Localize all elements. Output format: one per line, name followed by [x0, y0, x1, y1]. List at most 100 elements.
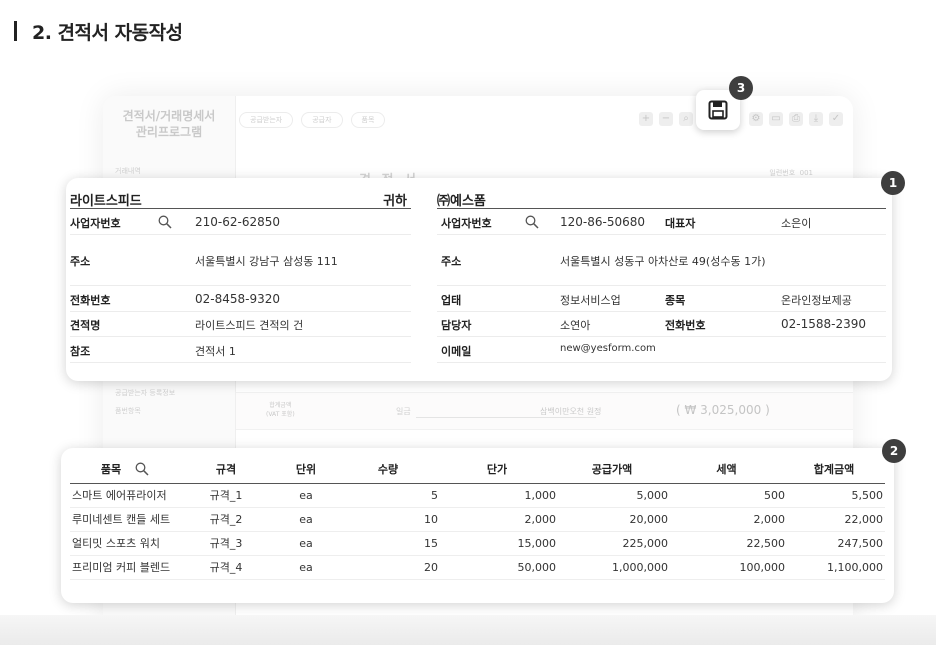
- manager-value[interactable]: 소연아: [560, 317, 590, 333]
- supplier-address-value[interactable]: 서울특별시 성동구 아차산로 49(성수동 1가): [560, 253, 765, 269]
- items-panel: 품목 규격 단위 수량 단가 공급가액 세액 합계금액 스마트 에어퓨라이저 규…: [61, 448, 894, 603]
- cell-tax: 500: [668, 483, 785, 508]
- cell-tax: 100,000: [668, 555, 785, 580]
- cell-supply: 20,000: [556, 507, 668, 532]
- bg-app-logo: 견적서/거래명세서 관리프로그램: [122, 109, 216, 139]
- supplier-row-address: 주소 서울특별시 성동구 아차산로 49(성수동 1가): [437, 235, 886, 286]
- business-type-value[interactable]: 정보서비스업: [560, 292, 621, 308]
- gear-icon[interactable]: ⚙: [749, 112, 763, 126]
- col-header-item: 품목: [70, 456, 178, 484]
- supplier-phone-value[interactable]: 02-1588-2390: [781, 317, 866, 331]
- recipient-address-value[interactable]: 서울특별시 강남구 삼성동 111: [195, 253, 338, 269]
- cell-price[interactable]: 50,000: [438, 555, 556, 580]
- bg-summary-amount: ( ₩ 3,025,000 ): [676, 403, 770, 417]
- cell-unit[interactable]: ea: [274, 555, 338, 580]
- quote-title-value[interactable]: 라이트스피드 견적의 건: [195, 317, 303, 333]
- step-badge-1: 1: [881, 171, 905, 195]
- step-badge-3: 3: [729, 76, 753, 100]
- recipient-name: 라이트스피드: [70, 194, 142, 209]
- supplier-address-label: 주소: [441, 255, 462, 268]
- cell-total: 5,500: [785, 483, 885, 508]
- cell-spec[interactable]: 규격_1: [178, 483, 274, 508]
- ceo-value[interactable]: 소은이: [781, 215, 811, 231]
- add-icon[interactable]: +: [639, 112, 653, 126]
- cell-item[interactable]: 얼티밋 스포츠 워치: [70, 531, 178, 556]
- monitor-icon[interactable]: ▭: [769, 112, 783, 126]
- supplier-biz-label: 사업자번호: [441, 217, 492, 230]
- recipient-row-reference: 참조 견적서 1: [70, 337, 411, 363]
- recipient-phone-value[interactable]: 02-8458-9320: [195, 292, 280, 306]
- section-heading: 2. 견적서 자동작성: [32, 22, 183, 44]
- print-icon[interactable]: ⎙: [789, 112, 803, 126]
- cell-qty[interactable]: 20: [338, 555, 438, 580]
- supplier-row-type: 업태 정보서비스업 종목 온라인정보제공: [437, 286, 886, 312]
- table-row[interactable]: 스마트 에어퓨라이저 규격_1 ea 5 1,000 5,000 500 5,5…: [70, 483, 885, 508]
- bg-tab-recipient[interactable]: 공급받는자: [239, 112, 294, 128]
- bg-sidebar-label: 공급받는자 등록정보: [115, 389, 176, 397]
- bg-summary-prefix: 일금: [396, 407, 411, 416]
- supplier-biz-value[interactable]: 120-86-50680: [560, 215, 645, 229]
- download-icon[interactable]: ⤓: [809, 112, 823, 126]
- search-icon[interactable]: [525, 215, 539, 229]
- search-icon[interactable]: [135, 462, 149, 476]
- search-icon[interactable]: [158, 215, 172, 229]
- bg-summary-label: 합계금액 (VAT 포함): [266, 402, 295, 418]
- supplier-name: ㈜예스폼: [437, 194, 486, 209]
- col-header-tax: 세액: [668, 456, 785, 484]
- cell-item[interactable]: 스마트 에어퓨라이저: [70, 483, 178, 508]
- cell-total: 1,100,000: [785, 555, 885, 580]
- recipient-row-title: 견적명 라이트스피드 견적의 건: [70, 312, 411, 337]
- search-icon[interactable]: ⌕: [679, 112, 693, 126]
- bg-tab-supplier[interactable]: 공급자: [301, 112, 343, 128]
- table-row[interactable]: 루미네센트 캔들 세트 규격_2 ea 10 2,000 20,000 2,00…: [70, 507, 885, 532]
- bg-summary-bar: 합계금액 (VAT 포함) 일금 삼백이만오천 원정 ( ₩ 3,025,000…: [236, 392, 853, 430]
- cell-qty[interactable]: 15: [338, 531, 438, 556]
- business-type-label: 업태: [441, 294, 462, 307]
- col-header-supply: 공급가액: [556, 456, 668, 484]
- bg-sidebar-item: 거래내역: [115, 167, 141, 175]
- supplier-row-biz: 사업자번호 120-86-50680 대표자 소은이: [437, 209, 886, 235]
- email-value[interactable]: new@yesform.com: [560, 343, 656, 354]
- reference-value[interactable]: 견적서 1: [195, 343, 236, 359]
- recipient-suffix: 귀하: [383, 194, 407, 209]
- cell-price[interactable]: 1,000: [438, 483, 556, 508]
- email-label: 이메일: [441, 345, 472, 358]
- cell-qty[interactable]: 10: [338, 507, 438, 532]
- cell-unit[interactable]: ea: [274, 483, 338, 508]
- cell-price[interactable]: 2,000: [438, 507, 556, 532]
- bg-sidebar-label: 품번항목: [115, 407, 141, 415]
- cell-item[interactable]: 프리미엄 커피 블렌드: [70, 555, 178, 580]
- bottom-fade: [0, 615, 936, 645]
- cell-spec[interactable]: 규격_4: [178, 555, 274, 580]
- cell-unit[interactable]: ea: [274, 531, 338, 556]
- recipient-biz-value[interactable]: 210-62-62850: [195, 215, 280, 229]
- supplier-row-manager: 담당자 소연아 전화번호 02-1588-2390: [437, 312, 886, 337]
- bg-doc-number: 일련번호 001: [769, 169, 813, 177]
- remove-icon[interactable]: −: [659, 112, 673, 126]
- supplier-phone-label: 전화번호: [665, 319, 706, 332]
- save-icon: [708, 100, 728, 120]
- bg-summary-text: 삼백이만오천 원정: [540, 407, 602, 416]
- col-header-price: 단가: [438, 456, 556, 484]
- recipient-section: 라이트스피드 귀하 사업자번호 210-62-62850 주소 서울특별시 강남…: [70, 187, 411, 363]
- cell-spec[interactable]: 규격_2: [178, 507, 274, 532]
- cell-qty[interactable]: 5: [338, 483, 438, 508]
- cell-item[interactable]: 루미네센트 캔들 세트: [70, 507, 178, 532]
- table-row[interactable]: 프리미엄 커피 블렌드 규격_4 ea 20 50,000 1,000,000 …: [70, 555, 885, 580]
- cell-supply: 5,000: [556, 483, 668, 508]
- col-header-spec: 규격: [178, 456, 274, 484]
- cell-tax: 22,500: [668, 531, 785, 556]
- cell-total: 247,500: [785, 531, 885, 556]
- check-icon[interactable]: ✓: [829, 112, 843, 126]
- cell-unit[interactable]: ea: [274, 507, 338, 532]
- step-badge-2: 2: [882, 439, 906, 463]
- cell-spec[interactable]: 규격_3: [178, 531, 274, 556]
- recipient-row-biz: 사업자번호 210-62-62850: [70, 209, 411, 235]
- bg-tab-items[interactable]: 품목: [350, 112, 386, 128]
- manager-label: 담당자: [441, 319, 472, 332]
- col-header-qty: 수량: [338, 456, 438, 484]
- table-row[interactable]: 얼티밋 스포츠 워치 규격_3 ea 15 15,000 225,000 22,…: [70, 531, 885, 556]
- cell-price[interactable]: 15,000: [438, 531, 556, 556]
- supplier-section: ㈜예스폼 사업자번호 120-86-50680 대표자 소은이 주소 서울특별시…: [437, 187, 886, 363]
- business-item-value[interactable]: 온라인정보제공: [781, 292, 852, 308]
